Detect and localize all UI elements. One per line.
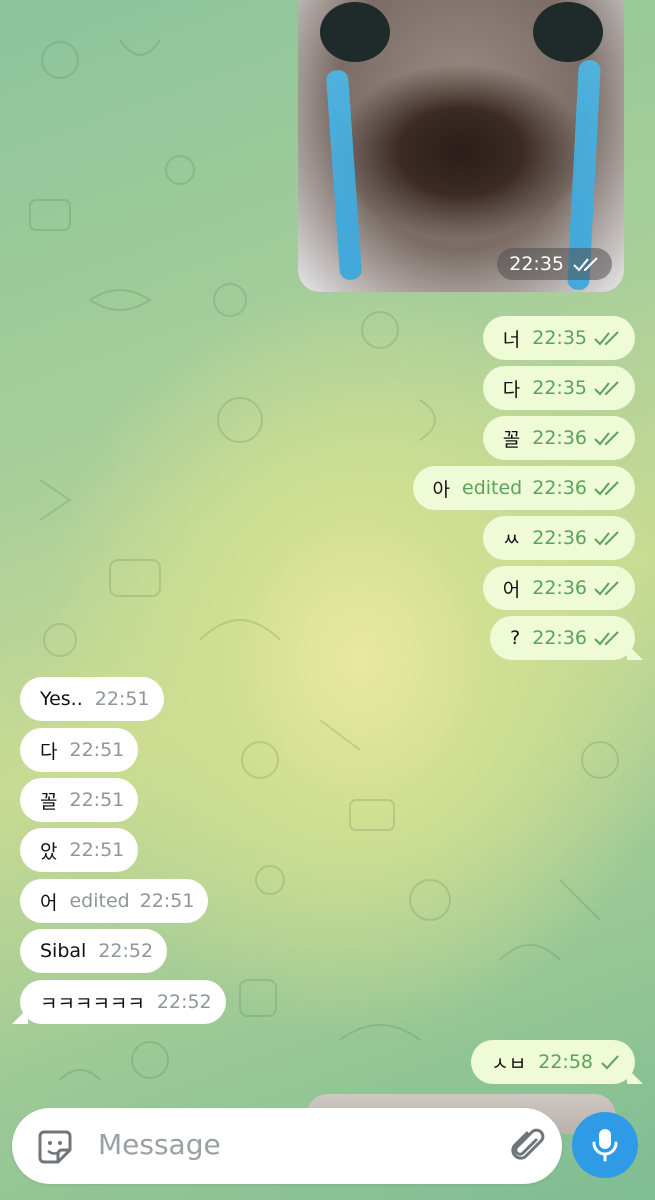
message-time: 22:51 — [139, 890, 195, 912]
double-check-icon — [594, 481, 619, 496]
message-time: 22:35 — [532, 377, 587, 399]
outgoing-message[interactable]: 어 22:36 — [482, 566, 635, 610]
message-time: 22:36 — [532, 477, 587, 499]
message-text: 너 — [502, 328, 521, 351]
message-text: ㅆ — [502, 528, 521, 551]
message-text: 꼴 — [502, 428, 521, 451]
double-check-icon — [594, 431, 619, 446]
message-text: 다 — [40, 740, 58, 763]
outgoing-message[interactable]: 아 edited 22:36 — [412, 466, 635, 510]
incoming-message[interactable]: Yes.. 22:51 — [20, 677, 164, 721]
message-text: ㅅㅂ — [491, 1052, 527, 1075]
message-text: 았 — [40, 840, 58, 863]
message-time: 22:58 — [538, 1051, 593, 1073]
photo-tear-left — [325, 69, 363, 281]
message-text: 어 — [502, 578, 521, 601]
message-time: 22:51 — [94, 688, 150, 710]
incoming-message[interactable]: ㅋㅋㅋㅋㅋㅋ 22:52 — [20, 980, 226, 1024]
double-check-icon — [573, 257, 598, 272]
microphone-icon — [592, 1129, 618, 1162]
paperclip-icon[interactable] — [508, 1126, 548, 1166]
message-text: 다 — [502, 378, 521, 401]
message-time: 22:36 — [532, 427, 587, 449]
photo-time: 22:35 — [509, 253, 564, 275]
message-time: 22:36 — [532, 577, 587, 599]
message-text: 꼴 — [40, 790, 58, 813]
outgoing-message[interactable]: 꼴 22:36 — [482, 416, 635, 460]
incoming-message[interactable]: 다 22:51 — [20, 728, 139, 772]
incoming-message[interactable]: 어 edited 22:51 — [20, 879, 209, 923]
double-check-icon — [594, 531, 619, 546]
double-check-icon — [594, 581, 619, 596]
single-check-icon — [601, 1055, 619, 1070]
outgoing-message[interactable]: 다 22:35 — [482, 366, 635, 410]
microphone-button[interactable] — [572, 1112, 638, 1178]
outgoing-message[interactable]: 너 22:35 — [482, 316, 635, 360]
double-check-icon — [594, 381, 619, 396]
message-text: Yes.. — [40, 688, 83, 710]
double-check-icon — [594, 331, 619, 346]
message-time: 22:51 — [69, 789, 125, 811]
message-time: 22:52 — [98, 940, 154, 962]
message-text: 아 — [432, 478, 450, 501]
outgoing-message[interactable]: ㅆ 22:36 — [482, 516, 635, 560]
message-time: 22:35 — [532, 327, 587, 349]
message-time: 22:51 — [69, 739, 125, 761]
photo-eye-right — [533, 2, 603, 62]
photo-message[interactable]: 22:35 — [298, 0, 624, 292]
photo-eye-left — [320, 2, 390, 62]
message-time: 22:51 — [69, 839, 125, 861]
message-text: 어 — [40, 891, 58, 914]
message-text: Sibal — [40, 940, 87, 962]
message-time: 22:52 — [156, 991, 212, 1013]
message-time: 22:36 — [532, 627, 587, 649]
outgoing-message[interactable]: ㅅㅂ 22:58 — [471, 1040, 635, 1084]
incoming-message[interactable]: 꼴 22:51 — [20, 778, 139, 822]
message-text: ㅋㅋㅋㅋㅋㅋ — [40, 992, 145, 1015]
incoming-message[interactable]: Sibal 22:52 — [20, 929, 168, 973]
sticker-icon[interactable] — [34, 1126, 76, 1168]
message-time: 22:36 — [532, 527, 587, 549]
incoming-message[interactable]: 았 22:51 — [20, 828, 139, 872]
double-check-icon — [594, 631, 619, 646]
message-input[interactable]: Message — [98, 1128, 221, 1161]
message-text: ? — [510, 627, 521, 649]
photo-time-badge: 22:35 — [497, 248, 612, 280]
outgoing-message[interactable]: ? 22:36 — [490, 616, 635, 660]
edited-label: edited — [69, 890, 130, 912]
edited-label: edited — [462, 477, 523, 499]
message-composer: Message — [12, 1108, 562, 1184]
